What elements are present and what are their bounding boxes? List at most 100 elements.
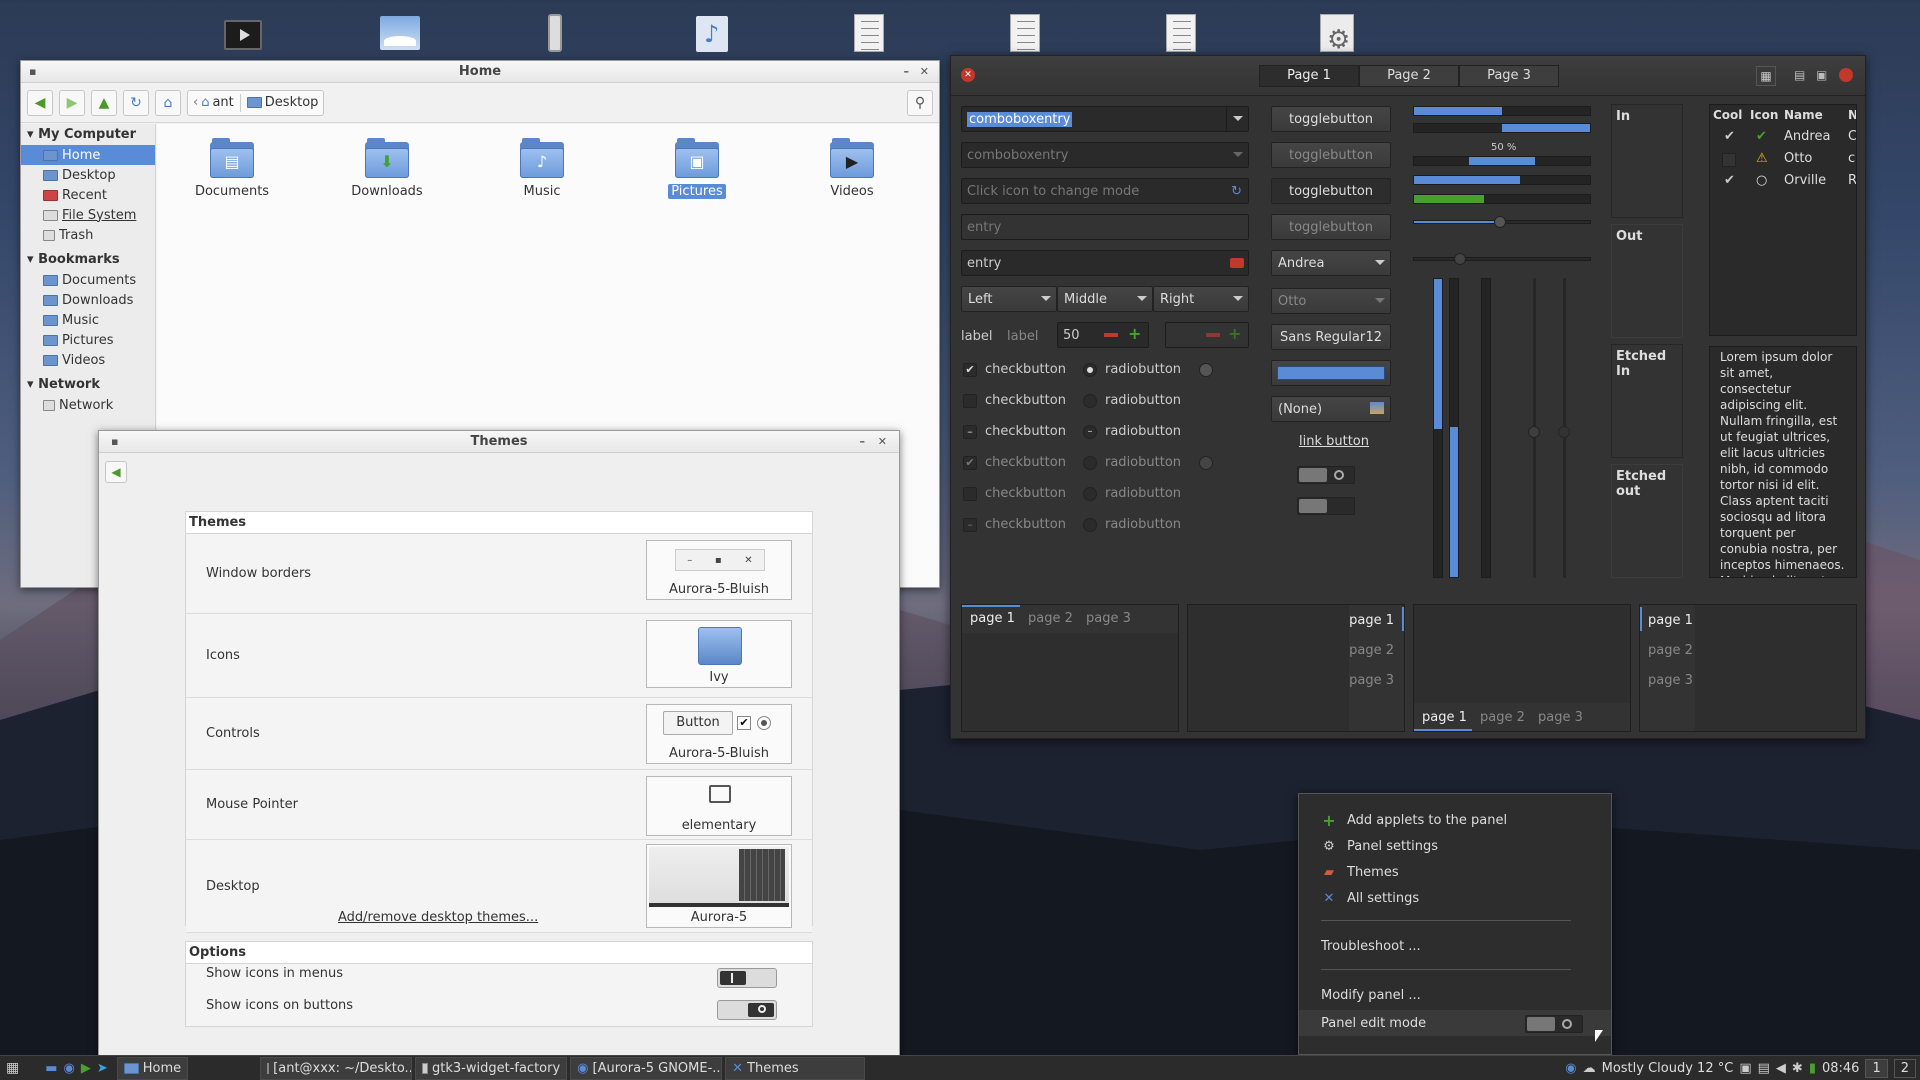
tab-page-3[interactable]: page 3: [1349, 673, 1394, 688]
combo-left[interactable]: Left: [961, 286, 1057, 312]
radio-extra[interactable]: [1199, 363, 1213, 377]
togglebutton-3[interactable]: togglebutton: [1271, 178, 1391, 204]
files-launcher-icon[interactable]: ▬: [45, 1061, 57, 1076]
color-button[interactable]: [1271, 360, 1391, 386]
sidebar-item-home[interactable]: Home: [21, 145, 155, 165]
link-button[interactable]: link button: [1299, 434, 1369, 449]
forward-icon[interactable]: ▶: [59, 89, 85, 116]
clock[interactable]: 08:46: [1822, 1061, 1859, 1076]
workspace-1[interactable]: 1: [1865, 1059, 1888, 1078]
row-window-borders[interactable]: Window borders – ▪ ✕ Aurora-5-Bluish: [186, 534, 812, 614]
breadcrumb-desktop[interactable]: Desktop: [265, 95, 319, 110]
combo-otto[interactable]: Otto: [1271, 288, 1391, 314]
tab-page-3[interactable]: page 3: [1648, 673, 1693, 688]
volume-icon[interactable]: ◀: [1776, 1061, 1786, 1076]
task-widget-factory[interactable]: gtk3-widget-factory: [415, 1056, 568, 1080]
tree-row[interactable]: ✔ ○ Orville R: [1710, 171, 1856, 193]
spin-button[interactable]: 50 +: [1057, 322, 1149, 348]
tab-page-1[interactable]: page 1: [1422, 710, 1467, 725]
comboboxentry-2[interactable]: comboboxentry: [961, 142, 1249, 168]
text-document-icon[interactable]: [1158, 10, 1202, 56]
browser-launcher-icon[interactable]: ◉: [64, 1061, 75, 1076]
togglebutton-4[interactable]: togglebutton: [1271, 214, 1391, 240]
radiobutton-inconsistent[interactable]: –: [1083, 425, 1097, 439]
stop-icon[interactable]: [1839, 68, 1853, 82]
combo-andrea[interactable]: Andrea: [1271, 250, 1391, 276]
hscale-2[interactable]: [1413, 253, 1591, 265]
file-manager-titlebar[interactable]: ▪ Home – ✕: [21, 61, 939, 83]
tab-page-1[interactable]: Page 1: [1259, 65, 1359, 87]
radiobutton-insensitive-checked[interactable]: [1083, 456, 1097, 470]
text-view[interactable]: Lorem ipsum dolor sit amet, consectetur …: [1709, 346, 1857, 578]
togglebutton-2[interactable]: togglebutton: [1271, 142, 1391, 168]
tab-page-1[interactable]: page 1: [1648, 613, 1693, 628]
row-icons[interactable]: Icons Ivy: [186, 614, 812, 698]
bluetooth-icon[interactable]: ✱: [1792, 1061, 1803, 1076]
telegram-launcher-icon[interactable]: ➤: [97, 1061, 108, 1076]
task-themes[interactable]: ✕ Themes: [725, 1056, 866, 1080]
music-file-icon[interactable]: [690, 10, 734, 56]
menu-themes[interactable]: ▰ Themes: [1299, 859, 1611, 885]
back-icon[interactable]: ◀: [27, 89, 53, 116]
folder-videos[interactable]: ▶ Videos: [797, 138, 907, 199]
calculator-icon[interactable]: ▦: [1756, 66, 1776, 86]
close-button[interactable]: ✕: [920, 61, 929, 83]
icons-preview[interactable]: Ivy: [646, 620, 792, 688]
show-icons-on-buttons-switch[interactable]: [717, 1000, 777, 1020]
window-menu-icon[interactable]: ▪: [29, 61, 36, 83]
clear-icon[interactable]: [1230, 258, 1244, 268]
menu-troubleshoot[interactable]: Troubleshoot ...: [1299, 933, 1611, 959]
menu-all-settings[interactable]: ✕ All settings: [1299, 885, 1611, 911]
window-borders-preview[interactable]: – ▪ ✕ Aurora-5-Bluish: [646, 540, 792, 600]
radiobutton-unchecked[interactable]: [1083, 394, 1097, 408]
minus-icon[interactable]: [1104, 333, 1118, 337]
panel-edit-mode-switch[interactable]: [1525, 1015, 1583, 1033]
battery-icon[interactable]: ▮: [1809, 1061, 1816, 1076]
checkbutton-insensitive[interactable]: [963, 487, 977, 501]
sidebar-item-desktop[interactable]: Desktop: [21, 165, 155, 185]
screenshot-icon[interactable]: ▣: [1739, 1061, 1751, 1076]
mouse-pointer-preview[interactable]: elementary: [646, 776, 792, 836]
menu-panel-settings[interactable]: ⚙ Panel settings: [1299, 833, 1611, 859]
controls-preview[interactable]: Button ✔ Aurora-5-Bluish: [646, 704, 792, 764]
usb-drive-icon[interactable]: [534, 10, 578, 56]
switch-1[interactable]: [1297, 466, 1355, 484]
minimize-button[interactable]: –: [904, 61, 910, 83]
tree-row[interactable]: ⚠Ottocl: [1710, 149, 1856, 171]
up-icon[interactable]: ▲: [91, 89, 117, 116]
play-launcher-icon[interactable]: ▶: [81, 1061, 91, 1076]
tab-page-2[interactable]: page 2: [1028, 611, 1073, 626]
comboboxentry-1[interactable]: comboboxentry: [961, 106, 1249, 132]
workspace-2[interactable]: 2: [1893, 1059, 1916, 1078]
row-controls[interactable]: Controls Button ✔ Aurora-5-Bluish: [186, 698, 812, 770]
close-button[interactable]: ✕: [961, 68, 975, 82]
desktop-preview[interactable]: Aurora-5: [646, 844, 792, 928]
menu-modify-panel[interactable]: Modify panel ...: [1299, 982, 1611, 1008]
task-home[interactable]: Home: [116, 1056, 189, 1080]
entry-insensitive[interactable]: entry: [961, 214, 1249, 240]
minus-icon[interactable]: [1206, 333, 1220, 337]
plus-icon[interactable]: +: [1228, 324, 1241, 343]
sidebar-item-downloads[interactable]: Downloads: [21, 290, 155, 310]
image-viewer-icon[interactable]: [378, 10, 422, 56]
window-menu-icon[interactable]: ▪: [111, 431, 118, 453]
sidebar-item-documents[interactable]: Documents: [21, 270, 155, 290]
spin-button-insensitive[interactable]: +: [1165, 322, 1249, 348]
display-icon[interactable]: ▤: [1758, 1061, 1770, 1076]
font-button[interactable]: Sans Regular 12: [1271, 324, 1391, 350]
search-icon[interactable]: ⚲: [907, 89, 933, 116]
fullscreen-icon[interactable]: ▣: [1816, 68, 1827, 82]
task-terminal[interactable]: [ant@xxx: ~/Deskto...: [260, 1056, 413, 1080]
tab-page-2[interactable]: page 2: [1648, 643, 1693, 658]
radio-extra-insensitive[interactable]: [1199, 456, 1213, 470]
add-remove-desktop-themes-link[interactable]: Add/remove desktop themes...: [338, 910, 538, 925]
folder-documents[interactable]: ▤ Documents: [177, 138, 287, 199]
tab-page-2[interactable]: page 2: [1480, 710, 1525, 725]
icon-entry[interactable]: Click icon to change mode ↻: [961, 178, 1249, 204]
settings-file-icon[interactable]: [1314, 10, 1358, 56]
tab-page-2[interactable]: page 2: [1349, 643, 1394, 658]
tab-page-2[interactable]: Page 2: [1359, 65, 1459, 87]
folder-pictures[interactable]: ▣ Pictures: [642, 138, 752, 199]
sidebar-item-music[interactable]: Music: [21, 310, 155, 330]
sidebar-item-trash[interactable]: Trash: [21, 225, 155, 245]
